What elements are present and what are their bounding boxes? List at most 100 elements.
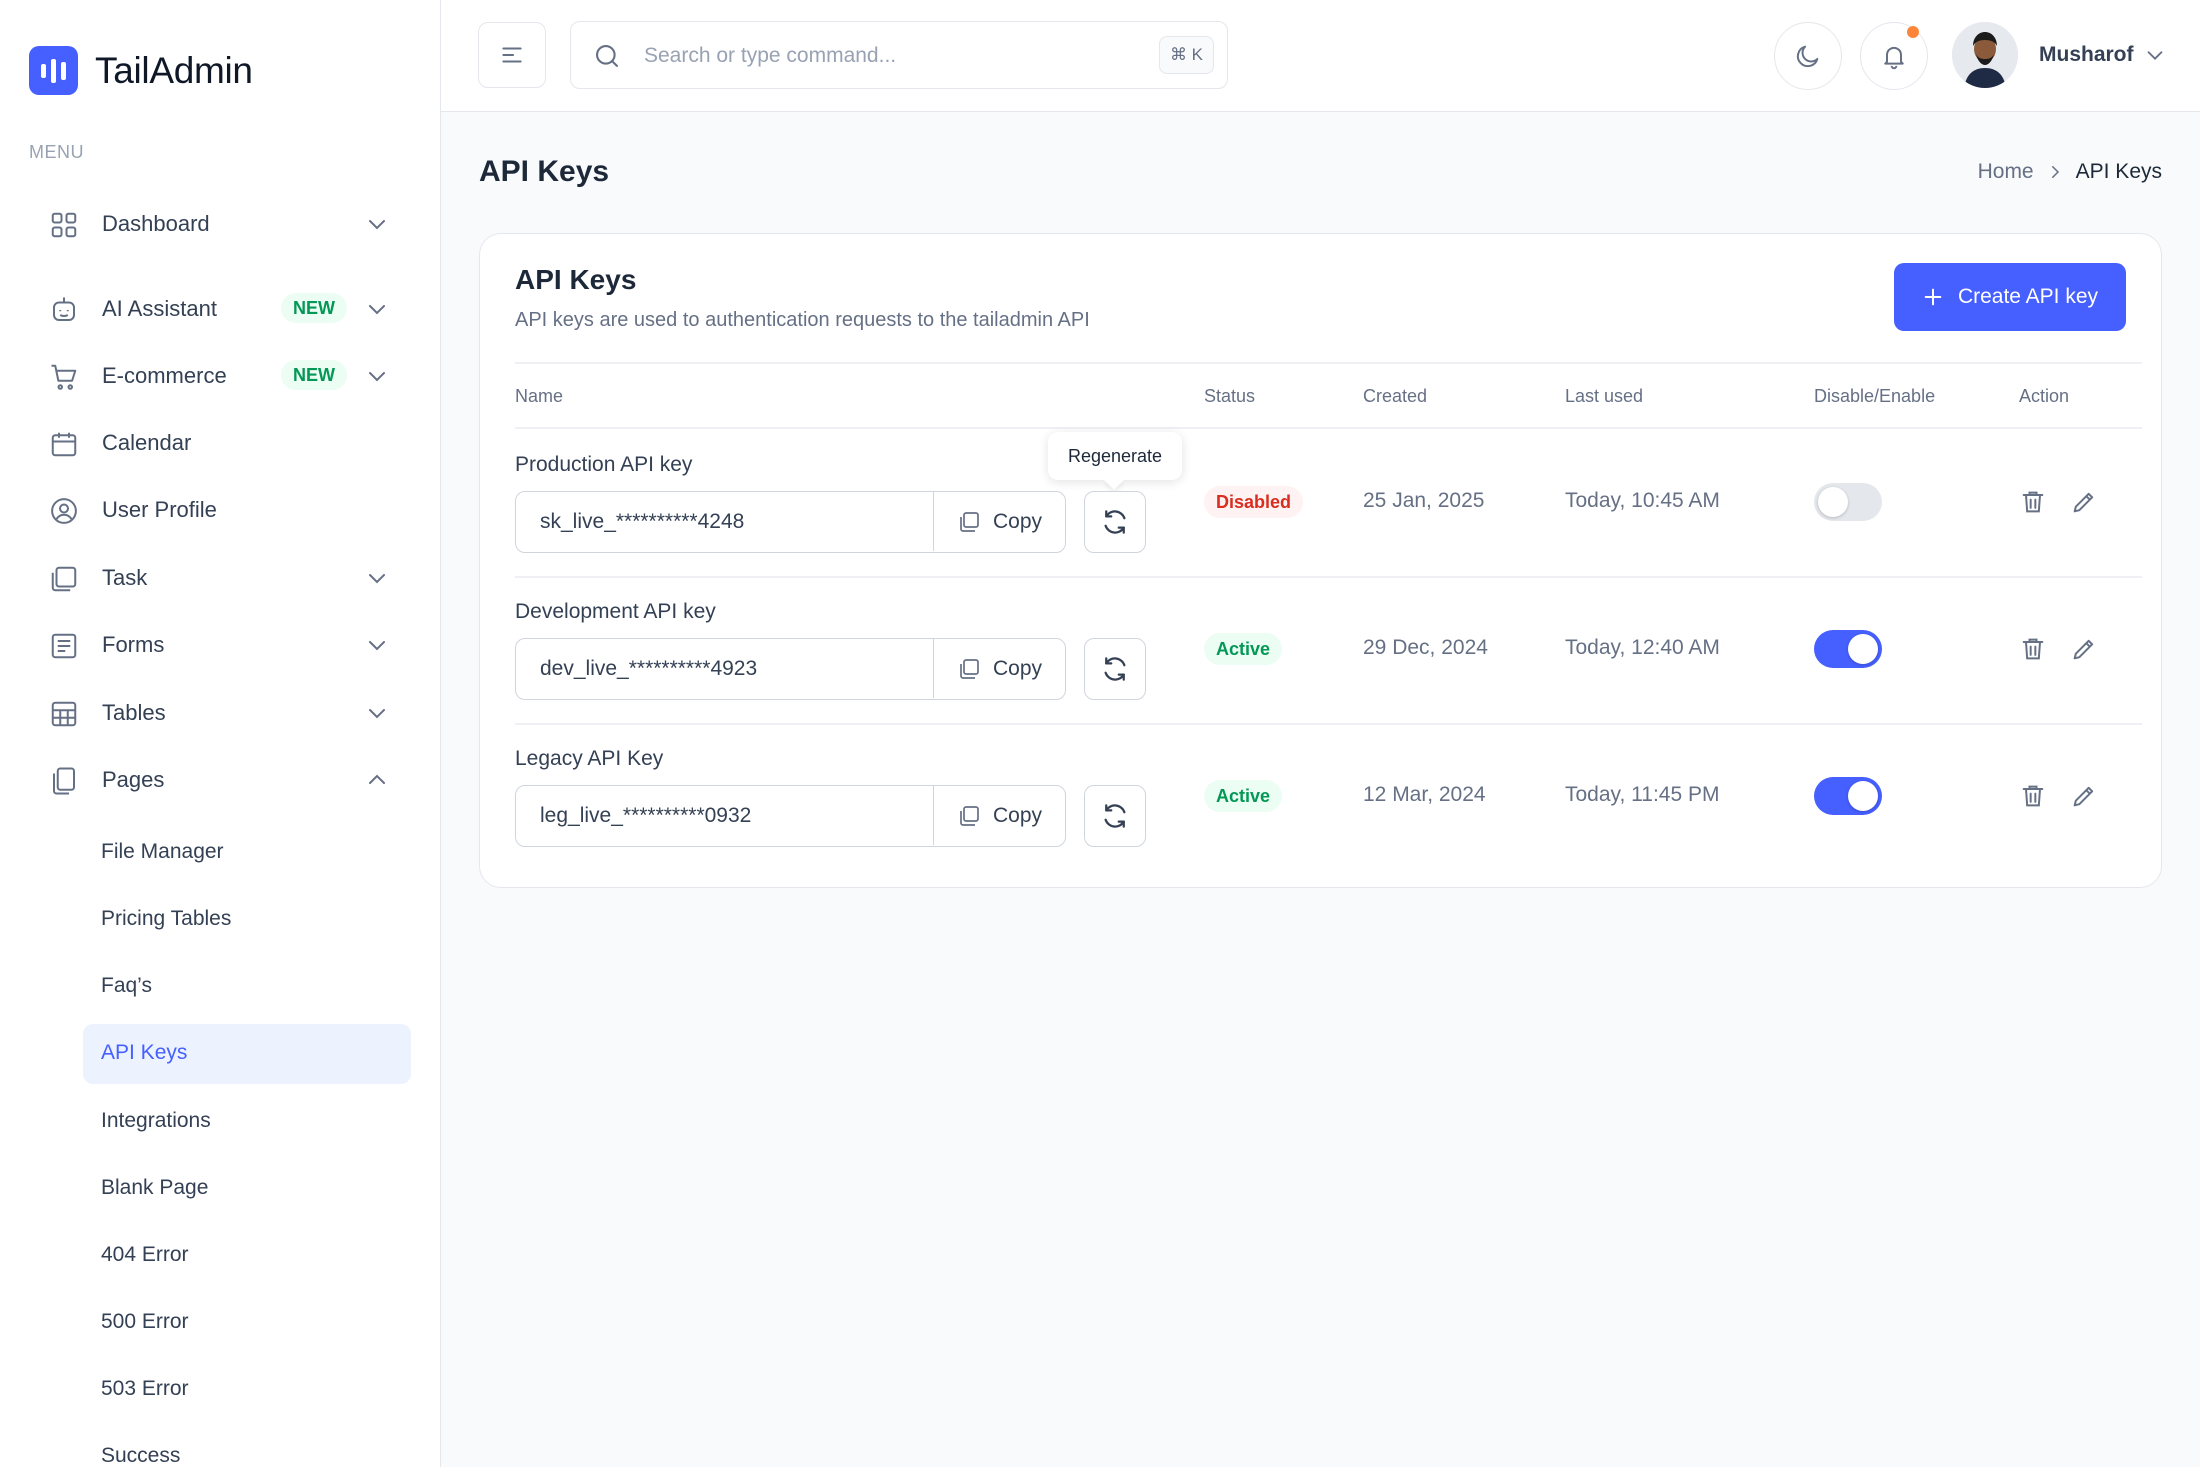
chevron-down-icon — [369, 709, 385, 719]
table-icon — [51, 701, 77, 727]
sidebar-toggle-button[interactable] — [478, 22, 546, 88]
copy-icon — [960, 658, 979, 679]
calendar-icon — [51, 432, 77, 457]
edit-pencil-icon[interactable] — [2070, 488, 2098, 516]
sidebar-subitem-api-keys[interactable]: API Keys — [83, 1024, 411, 1084]
copy-button[interactable]: Copy — [933, 786, 1065, 845]
create-api-key-label: Create API key — [1957, 285, 2099, 308]
regenerate-button[interactable] — [1084, 491, 1146, 553]
column-header-last-used: Last used — [1565, 386, 1644, 406]
menu-icon — [502, 47, 522, 63]
regenerate-button[interactable] — [1084, 785, 1146, 847]
breadcrumb-current: API Keys — [2075, 160, 2162, 183]
card-subtitle: API keys are used to authentication requ… — [515, 309, 1090, 331]
edit-pencil-icon[interactable] — [2070, 635, 2098, 663]
refresh-icon — [1104, 510, 1126, 534]
enable-toggle[interactable] — [1814, 630, 1882, 668]
refresh-icon — [1104, 804, 1126, 828]
divider — [515, 576, 2142, 578]
edit-pencil-icon[interactable] — [2070, 782, 2098, 810]
copy-button[interactable]: Copy — [933, 639, 1065, 698]
sidebar-item-forms[interactable]: Forms — [29, 617, 409, 673]
robot-icon — [53, 297, 75, 321]
trash-icon[interactable] — [2019, 782, 2047, 810]
user-name: Musharof — [2039, 43, 2134, 66]
user-menu[interactable]: Musharof — [1952, 22, 2166, 88]
sidebar-subitem-pricing-tables[interactable]: Pricing Tables — [83, 890, 411, 950]
sidebar-item-user-profile[interactable]: User Profile — [29, 482, 409, 538]
sidebar-subitem-faqs[interactable]: Faq’s — [83, 957, 411, 1017]
enable-toggle[interactable] — [1814, 483, 1882, 521]
sidebar-item-task[interactable]: Task — [29, 550, 409, 606]
toggle-knob — [1848, 781, 1878, 811]
column-header-disable-enable: Disable/Enable — [1814, 386, 1936, 406]
sidebar-subitem-503-error[interactable]: 503 Error — [83, 1360, 411, 1420]
sidebar-subitem-label: 500 Error — [101, 1310, 189, 1333]
sidebar-subitem-label: Success — [101, 1444, 181, 1467]
task-icon — [51, 566, 77, 592]
sidebar-subitem-500-error[interactable]: 500 Error — [83, 1293, 411, 1353]
sidebar-subitem-integrations[interactable]: Integrations — [83, 1092, 411, 1152]
user-circle-icon — [51, 498, 77, 524]
moon-icon — [1796, 45, 1819, 68]
sidebar-item-label: User Profile — [102, 497, 217, 522]
sidebar-subitem-label: 404 Error — [101, 1243, 189, 1266]
refresh-icon — [1104, 657, 1126, 681]
grid-icon — [51, 212, 77, 238]
sidebar-item-ecommerce[interactable]: E-commerce NEW — [29, 348, 409, 404]
toggle-knob — [1818, 487, 1848, 517]
app-name: TailAdmin — [95, 49, 253, 91]
new-badge: NEW — [281, 293, 347, 323]
sidebar-item-ai-assistant[interactable]: AI Assistant NEW — [29, 281, 409, 337]
sidebar-subitem-label: File Manager — [101, 840, 224, 863]
sidebar-subitem-file-manager[interactable]: File Manager — [83, 823, 411, 883]
sidebar-item-label: Pages — [102, 767, 165, 792]
sidebar-item-label: Calendar — [102, 430, 192, 455]
column-header-created: Created — [1363, 386, 1428, 406]
app-logo[interactable]: TailAdmin — [29, 46, 253, 95]
sidebar-item-dashboard[interactable]: Dashboard — [29, 196, 409, 252]
dark-mode-toggle-button[interactable] — [1774, 22, 1842, 90]
enable-toggle[interactable] — [1814, 777, 1882, 815]
search-input[interactable]: Search or type command... ⌘ K — [570, 21, 1228, 89]
trash-icon[interactable] — [2019, 635, 2047, 663]
sidebar-subitem-label: API Keys — [101, 1041, 188, 1064]
notification-dot — [1907, 26, 1919, 38]
copy-button[interactable]: Copy — [933, 492, 1065, 551]
last-used: Today, 12:40 AM — [1565, 636, 1720, 659]
pages-icon — [53, 767, 75, 795]
regenerate-button[interactable] — [1084, 638, 1146, 700]
api-key-field[interactable]: dev_live_**********4923 Copy — [515, 638, 1066, 700]
sidebar-item-pages[interactable]: Pages — [29, 752, 409, 808]
sidebar-subitem-success[interactable]: Success — [83, 1427, 411, 1467]
chevron-down-icon — [2147, 51, 2162, 60]
create-api-key-button[interactable]: Create API key — [1894, 263, 2126, 331]
sidebar-subitem-blank-page[interactable]: Blank Page — [83, 1159, 411, 1219]
notifications-button[interactable] — [1860, 22, 1928, 90]
status-badge: Active — [1204, 780, 1283, 812]
chevron-down-icon — [369, 372, 385, 382]
new-badge: NEW — [281, 360, 347, 390]
sidebar-subitem-label: Blank Page — [101, 1176, 209, 1199]
breadcrumb: Home API Keys — [1978, 160, 2162, 184]
sidebar: TailAdmin MENU Dashboard AI Assistant NE… — [0, 0, 441, 1467]
api-key-name: Development API key — [515, 600, 716, 623]
sidebar-subitem-label: Faq’s — [101, 974, 152, 997]
api-key-name: Legacy API Key — [515, 747, 664, 770]
status-badge: Disabled — [1204, 486, 1304, 518]
sidebar-item-calendar[interactable]: Calendar — [29, 415, 409, 471]
plus-icon — [1924, 288, 1942, 306]
sidebar-subitem-404-error[interactable]: 404 Error — [83, 1226, 411, 1286]
sidebar-item-tables[interactable]: Tables — [29, 685, 409, 741]
trash-icon[interactable] — [2019, 488, 2047, 516]
toggle-knob — [1848, 634, 1878, 664]
created-date: 29 Dec, 2024 — [1363, 636, 1488, 659]
last-used: Today, 11:45 PM — [1565, 783, 1720, 806]
api-key-value: sk_live_**********4248 — [540, 510, 745, 533]
breadcrumb-home-link[interactable]: Home — [1978, 160, 2034, 184]
sidebar-item-label: Dashboard — [102, 211, 210, 236]
column-header-status: Status — [1204, 386, 1256, 406]
api-key-field[interactable]: leg_live_**********0932 Copy — [515, 785, 1066, 847]
api-key-field[interactable]: sk_live_**********4248 Copy — [515, 491, 1066, 553]
api-keys-card: API Keys API keys are used to authentica… — [479, 233, 2162, 888]
